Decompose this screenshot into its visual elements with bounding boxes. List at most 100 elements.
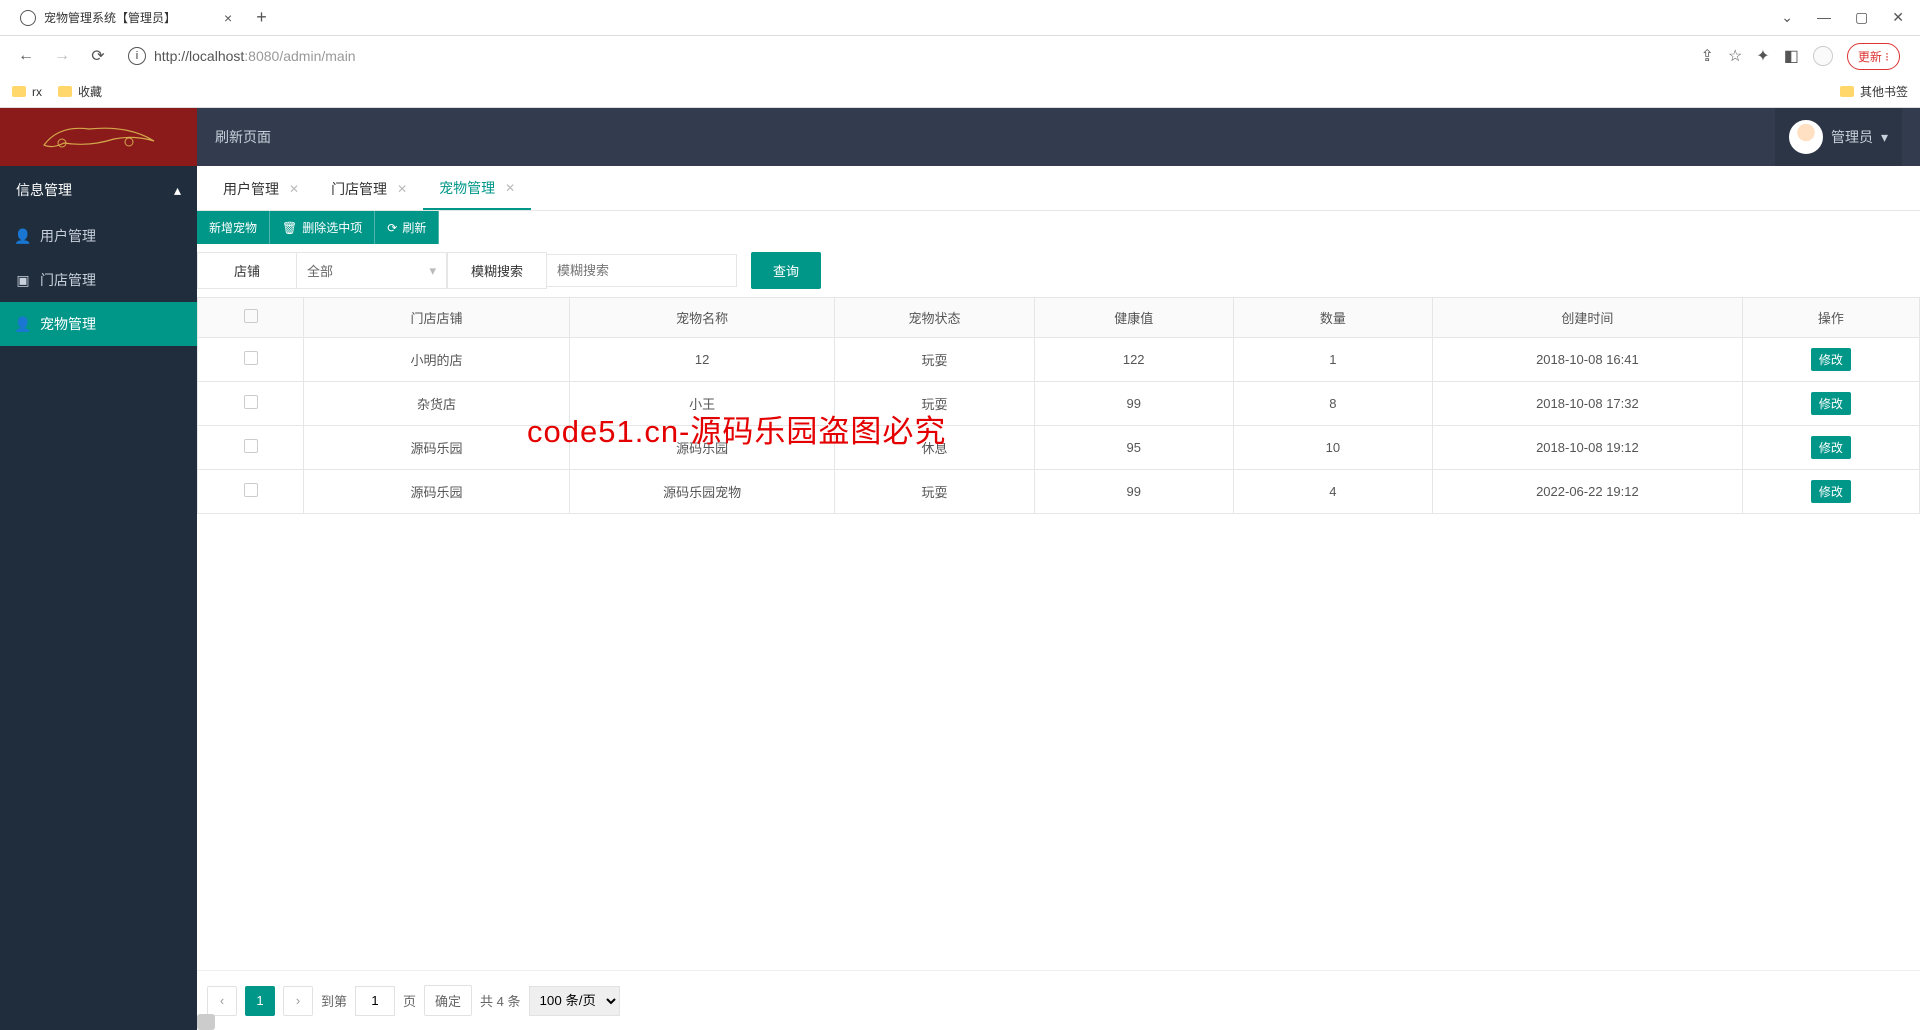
cell-name: 12 <box>569 338 835 382</box>
cell-status: 玩耍 <box>835 382 1034 426</box>
cell-name: 源码乐园 <box>569 426 835 470</box>
close-icon[interactable]: ✕ <box>289 182 299 196</box>
url-host: localhost <box>189 48 244 64</box>
user-menu[interactable]: 管理员▾ <box>1775 108 1902 166</box>
browser-tab[interactable]: 宠物管理系统【管理员】 × <box>8 1 244 34</box>
th-name: 宠物名称 <box>569 298 835 338</box>
cell-qty: 8 <box>1233 382 1432 426</box>
cell-name: 源码乐园宠物 <box>569 470 835 514</box>
profile-avatar-icon[interactable] <box>1813 46 1833 66</box>
pager-goto-label: 到第 <box>321 991 347 1010</box>
row-checkbox[interactable] <box>244 439 258 453</box>
sidebar-item-label: 门店管理 <box>40 270 96 290</box>
chevron-down-icon: ▾ <box>429 263 436 279</box>
reload-button[interactable]: ⟳ <box>84 42 112 70</box>
close-icon[interactable]: ✕ <box>397 182 407 196</box>
sidebar-item-user[interactable]: 👤 用户管理 <box>0 214 197 258</box>
checkbox-all[interactable] <box>244 309 258 323</box>
minimize-icon[interactable]: — <box>1817 9 1831 26</box>
pager-per-page-select[interactable]: 100 条/页 <box>529 986 620 1016</box>
close-window-icon[interactable]: ✕ <box>1892 9 1904 26</box>
pager-total: 共 4 条 <box>480 991 520 1010</box>
cell-time: 2018-10-08 16:41 <box>1432 338 1742 382</box>
pager-goto-input[interactable] <box>355 986 395 1016</box>
filter-fuzzy-input[interactable] <box>557 263 726 278</box>
topbar: 刷新页面 管理员▾ <box>197 108 1920 166</box>
pager-next[interactable]: › <box>283 986 313 1016</box>
filter-store-select[interactable]: 全部▾ <box>297 252 447 289</box>
star-icon[interactable]: ☆ <box>1728 46 1742 66</box>
table-row: 杂货店小王玩耍9982018-10-08 17:32修改 <box>198 382 1920 426</box>
th-store: 门店店铺 <box>304 298 570 338</box>
refresh-page-button[interactable]: 刷新页面 <box>215 127 271 147</box>
chevron-up-icon: ▴ <box>174 182 181 199</box>
app: 信息管理 ▴ 👤 用户管理 ▣ 门店管理 👤 宠物管理 刷新页面 管理员▾ 用户… <box>0 108 1920 1030</box>
cell-store: 小明的店 <box>304 338 570 382</box>
cell-status: 玩耍 <box>835 470 1034 514</box>
cell-health: 122 <box>1034 338 1233 382</box>
browser-tab-bar: 宠物管理系统【管理员】 × + ⌄ — ▢ ✕ <box>0 0 1920 36</box>
url-path: :8080/admin/main <box>244 48 355 64</box>
pager-prev[interactable]: ‹ <box>207 986 237 1016</box>
extensions-icon[interactable]: ✦ <box>1756 46 1769 66</box>
share-icon[interactable]: ⇪ <box>1701 46 1714 66</box>
row-checkbox[interactable] <box>244 395 258 409</box>
pager-page-1[interactable]: 1 <box>245 986 275 1016</box>
tab-pet[interactable]: 宠物管理✕ <box>423 166 531 210</box>
browser-tab-title: 宠物管理系统【管理员】 <box>44 9 176 26</box>
cell-status: 休息 <box>835 426 1034 470</box>
edit-button[interactable]: 修改 <box>1811 436 1851 459</box>
cell-health: 99 <box>1034 382 1233 426</box>
back-button[interactable]: ← <box>12 42 40 70</box>
sidebar-item-store[interactable]: ▣ 门店管理 <box>0 258 197 302</box>
forward-button[interactable]: → <box>48 42 76 70</box>
cell-time: 2018-10-08 19:12 <box>1432 426 1742 470</box>
bookmark-other[interactable]: 其他书签 <box>1840 83 1908 100</box>
query-button[interactable]: 查询 <box>751 252 821 289</box>
cell-time: 2022-06-22 19:12 <box>1432 470 1742 514</box>
avatar <box>1789 120 1823 154</box>
pager-confirm-button[interactable]: 确定 <box>424 985 472 1016</box>
folder-icon <box>12 86 26 97</box>
tab-close-icon[interactable]: × <box>224 10 232 26</box>
close-icon[interactable]: ✕ <box>505 181 515 195</box>
site-info-icon[interactable]: i <box>128 47 146 65</box>
th-op: 操作 <box>1742 298 1919 338</box>
add-button[interactable]: 新增宠物 <box>197 211 270 244</box>
cell-health: 99 <box>1034 470 1233 514</box>
folder-icon <box>58 86 72 97</box>
user-icon: 👤 <box>16 229 30 243</box>
edit-button[interactable]: 修改 <box>1811 392 1851 415</box>
address-bar: ← → ⟳ i http://localhost:8080/admin/main… <box>0 36 1920 76</box>
cell-qty: 1 <box>1233 338 1432 382</box>
logo <box>0 108 197 166</box>
edit-button[interactable]: 修改 <box>1811 348 1851 371</box>
th-status: 宠物状态 <box>835 298 1034 338</box>
cell-health: 95 <box>1034 426 1233 470</box>
sidebar-item-pet[interactable]: 👤 宠物管理 <box>0 302 197 346</box>
cell-store: 杂货店 <box>304 382 570 426</box>
bookmark-favorites[interactable]: 收藏 <box>58 83 102 100</box>
delete-button[interactable]: 🗑删除选中项 <box>270 211 375 244</box>
scrollbar-thumb[interactable] <box>197 1014 215 1030</box>
refresh-button[interactable]: ⟳刷新 <box>375 211 439 244</box>
store-icon: ▣ <box>16 273 30 287</box>
new-tab-button[interactable]: + <box>244 7 279 28</box>
table-row: 源码乐园源码乐园宠物玩耍9942022-06-22 19:12修改 <box>198 470 1920 514</box>
bookmark-rx[interactable]: rx <box>12 85 42 99</box>
url-box[interactable]: i http://localhost:8080/admin/main <box>120 43 1685 69</box>
edit-button[interactable]: 修改 <box>1811 480 1851 503</box>
table-header-row: 门店店铺 宠物名称 宠物状态 健康值 数量 创建时间 操作 <box>198 298 1920 338</box>
tab-store[interactable]: 门店管理✕ <box>315 166 423 210</box>
sidebar-header-label: 信息管理 <box>16 180 72 200</box>
addr-right: ⇪ ☆ ✦ ◧ 更新 ⁝ <box>1693 43 1908 70</box>
th-health: 健康值 <box>1034 298 1233 338</box>
panel-icon[interactable]: ◧ <box>1784 46 1799 66</box>
sidebar-header[interactable]: 信息管理 ▴ <box>0 166 197 214</box>
tab-user[interactable]: 用户管理✕ <box>207 166 315 210</box>
chevron-down-icon[interactable]: ⌄ <box>1781 9 1793 26</box>
update-button[interactable]: 更新 ⁝ <box>1847 43 1900 70</box>
maximize-icon[interactable]: ▢ <box>1855 9 1868 26</box>
row-checkbox[interactable] <box>244 483 258 497</box>
row-checkbox[interactable] <box>244 351 258 365</box>
